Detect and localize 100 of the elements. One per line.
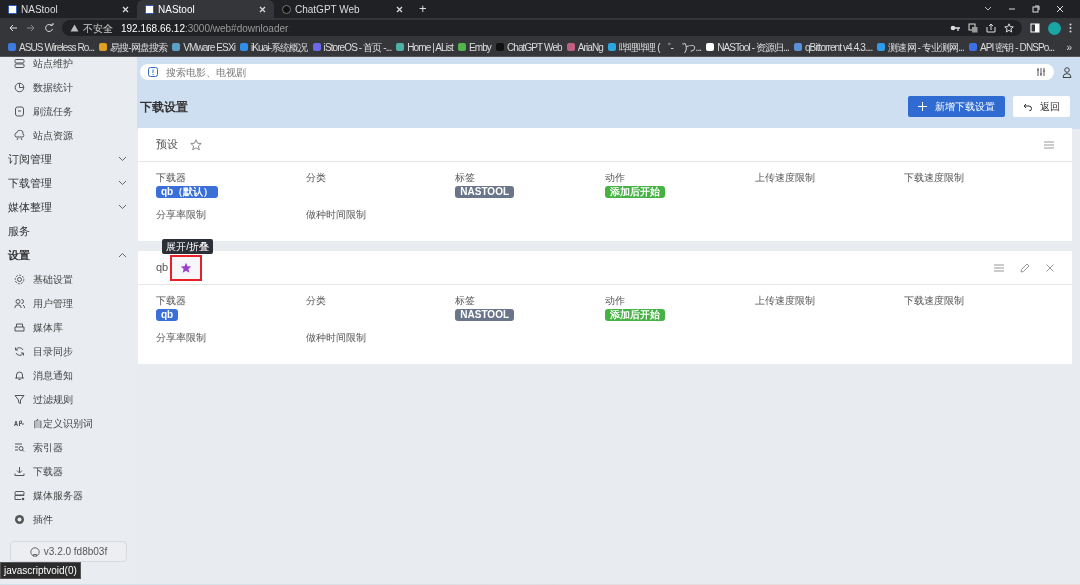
bookmark[interactable]: iStoreOS - 首页 -... bbox=[312, 39, 392, 55]
info-icon bbox=[148, 67, 158, 77]
field-label: 分享率限制 bbox=[156, 332, 207, 344]
undo-icon bbox=[1023, 102, 1032, 111]
field-label: 标签 bbox=[455, 172, 477, 184]
add-button[interactable]: 新增下载设置 bbox=[908, 96, 1005, 117]
field-label: 分类 bbox=[305, 172, 327, 184]
star-filled-icon[interactable] bbox=[180, 261, 193, 274]
card-title: qb bbox=[156, 260, 169, 276]
bookmark[interactable]: iKuai-系统概况 bbox=[240, 39, 308, 55]
bookmark[interactable]: Home | AList bbox=[396, 39, 453, 55]
search-list-icon bbox=[14, 441, 25, 453]
field-label: 标签 bbox=[455, 295, 477, 307]
tag: qb bbox=[156, 309, 179, 321]
bookmark[interactable]: qBittorrent v4.4.3.... bbox=[793, 39, 873, 55]
user-icon[interactable] bbox=[1062, 66, 1072, 78]
field-label: 下载速度限制 bbox=[904, 172, 966, 184]
sidebar-item[interactable]: 媒体库 bbox=[0, 315, 137, 339]
sidebar-group[interactable]: 订阅管理 bbox=[0, 147, 137, 171]
reload-icon[interactable] bbox=[44, 23, 54, 33]
sync-icon bbox=[14, 345, 25, 357]
sidebar-item[interactable]: 用户管理 bbox=[0, 291, 137, 315]
browser-tab[interactable]: NAStool bbox=[137, 0, 274, 18]
group-label: 订阅管理 bbox=[8, 151, 53, 167]
sidebar-group[interactable]: 设置 bbox=[0, 243, 137, 267]
back-button[interactable]: 返回 bbox=[1013, 96, 1070, 117]
tray-icon bbox=[14, 321, 25, 333]
sidebar-group[interactable]: 媒体整理 bbox=[0, 195, 137, 219]
server-icon bbox=[14, 489, 25, 501]
users-icon bbox=[14, 297, 25, 309]
tab-title: NAStool bbox=[21, 2, 59, 17]
translate-icon[interactable] bbox=[968, 23, 978, 33]
filter-icon bbox=[14, 393, 25, 405]
download-icon bbox=[14, 465, 25, 477]
star-icon[interactable] bbox=[1004, 23, 1014, 33]
sidebar-group[interactable]: 下载管理 bbox=[0, 171, 137, 195]
bookmark[interactable]: API 密钥 - DNSPo... bbox=[968, 39, 1055, 55]
filter-sliders-icon[interactable] bbox=[1036, 67, 1046, 77]
minimize-icon[interactable] bbox=[1008, 6, 1016, 12]
tag: NASTOOL bbox=[455, 309, 515, 321]
sidebar-item[interactable]: 消息通知 bbox=[0, 363, 137, 387]
more-icon[interactable] bbox=[1069, 23, 1072, 33]
clipboard-icon bbox=[14, 105, 25, 117]
bookmark[interactable]: AriaNg bbox=[566, 39, 603, 55]
sidebar-item[interactable]: 下载器 bbox=[0, 459, 137, 483]
group-label: 媒体整理 bbox=[8, 199, 53, 215]
pie-chart-icon bbox=[14, 81, 25, 93]
field-label: 分享率限制 bbox=[156, 209, 207, 221]
forward-icon[interactable] bbox=[26, 23, 36, 33]
new-tab-button[interactable]: + bbox=[411, 0, 435, 18]
browser-tab[interactable]: ChatGPT Web bbox=[274, 0, 411, 18]
tag: 添加后开始 bbox=[605, 186, 665, 198]
field-label: 动作 bbox=[605, 172, 626, 184]
sidebar-item[interactable]: 索引器 bbox=[0, 435, 137, 459]
restore-icon[interactable] bbox=[1032, 5, 1040, 13]
card-title: 预设 bbox=[156, 137, 178, 153]
avatar-icon[interactable] bbox=[1048, 21, 1061, 35]
sidebar-item[interactable]: 媒体服务器 bbox=[0, 483, 137, 507]
edit-icon[interactable] bbox=[1020, 262, 1030, 273]
gear-icon bbox=[14, 273, 25, 285]
field-label: 做种时间限制 bbox=[305, 332, 367, 344]
chevron-down-icon[interactable] bbox=[984, 6, 992, 12]
bookmark[interactable]: ChatGPT Web bbox=[495, 39, 562, 55]
sidebar-item[interactable]: 插件 bbox=[0, 507, 137, 531]
field-label: 上传速度限制 bbox=[754, 172, 816, 184]
more-bookmarks-button[interactable]: » bbox=[1066, 39, 1072, 55]
field-label: 下载器 bbox=[156, 172, 187, 184]
sidebar-item[interactable]: 过滤规则 bbox=[0, 387, 137, 411]
tab-title: NAStool bbox=[158, 2, 196, 17]
sidebar-item[interactable]: 基础设置 bbox=[0, 267, 137, 291]
key-icon[interactable] bbox=[950, 24, 960, 32]
bookmark[interactable]: NASTool - 资源归... bbox=[706, 39, 789, 55]
tag: qb（默认） bbox=[156, 186, 219, 198]
field-label: 下载速度限制 bbox=[904, 295, 966, 307]
bookmark[interactable]: Emby bbox=[458, 39, 491, 55]
plugin-icon bbox=[14, 513, 25, 525]
browser-tab[interactable]: NAStool bbox=[0, 0, 137, 18]
bookmark[interactable]: 哔哩哔哩 ( ゜- ゜)つ... bbox=[607, 39, 702, 55]
app-logo-icon bbox=[8, 4, 17, 14]
sidebar-item[interactable]: 站点资源 bbox=[0, 123, 137, 147]
sidebar-item[interactable]: 数据统计 bbox=[0, 75, 137, 99]
server-icon bbox=[14, 57, 25, 69]
version-button[interactable]: v3.2.0 fd8b03f bbox=[10, 541, 127, 562]
share-icon[interactable] bbox=[986, 23, 996, 33]
field-label: 做种时间限制 bbox=[305, 209, 367, 221]
sidebar-item[interactable]: 目录同步 bbox=[0, 339, 137, 363]
sidebar-item[interactable]: 自定义识别词 bbox=[0, 411, 137, 435]
back-icon[interactable] bbox=[8, 23, 18, 33]
sidebar-item[interactable]: 刷流任务 bbox=[0, 99, 137, 123]
side-panel-icon[interactable] bbox=[1030, 23, 1040, 33]
bell-icon bbox=[14, 369, 25, 381]
bookmark[interactable]: VMware ESXi bbox=[172, 39, 235, 55]
sidebar-item[interactable]: 服务 bbox=[0, 219, 137, 243]
address-bar[interactable]: 不安全 192.168.66.12:3000/web#downloader bbox=[62, 20, 1022, 36]
field-label: 动作 bbox=[605, 295, 626, 307]
bookmark[interactable]: 测速网 - 专业测网... bbox=[877, 39, 964, 55]
cloud-icon bbox=[14, 129, 25, 141]
chat-logo-icon bbox=[282, 4, 291, 14]
field-label: 下载器 bbox=[156, 295, 187, 307]
security-label: 不安全 bbox=[83, 21, 113, 36]
